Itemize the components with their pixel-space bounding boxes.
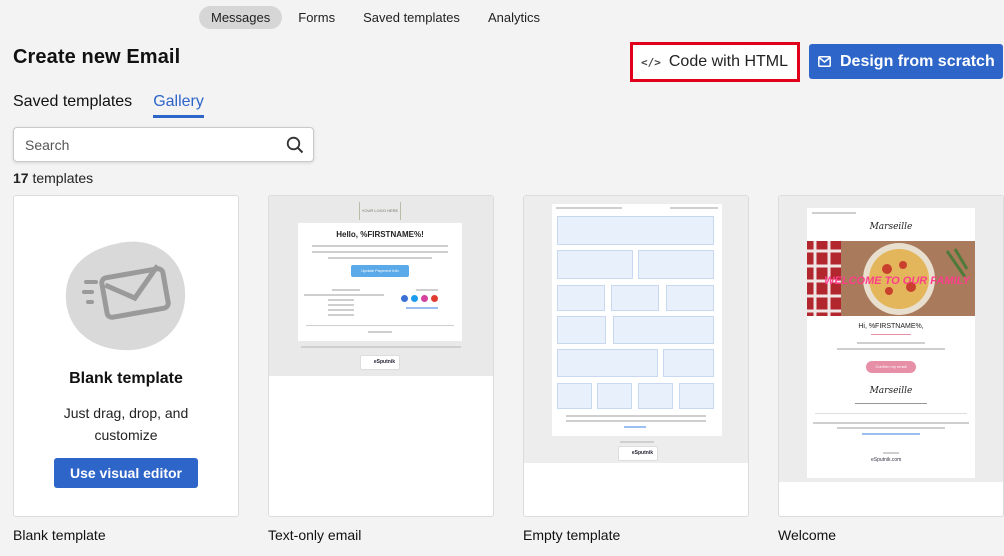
welcome-template-card[interactable]: Marseille WELCOME TO OUR FAMILY Hi, %FIR… bbox=[778, 195, 1004, 517]
preview-hero-text: WELCOME TO OUR FAMILY bbox=[824, 275, 971, 287]
subtab-saved-templates[interactable]: Saved templates bbox=[13, 93, 132, 118]
card-label-text-only: Text-only email bbox=[268, 527, 362, 543]
preview-update-button: Update Payment Info bbox=[351, 265, 409, 277]
blank-template-card[interactable]: Blank template Just drag, drop, and cust… bbox=[13, 195, 239, 517]
preview-confirm-button: Confirm my email bbox=[866, 361, 916, 373]
preview-brand-name: Marseille bbox=[869, 222, 913, 232]
esputnik-logo: eSputnik bbox=[618, 446, 658, 461]
preview-hero-image: WELCOME TO OUR FAMILY bbox=[807, 241, 975, 316]
tab-saved-templates[interactable]: Saved templates bbox=[351, 6, 472, 29]
card-label-welcome: Welcome bbox=[778, 527, 837, 543]
empty-template-preview: eSputnik bbox=[524, 196, 748, 463]
card-label-empty: Empty template bbox=[523, 527, 621, 543]
esputnik-logo: eSputnik bbox=[360, 355, 400, 370]
design-from-scratch-label: Design from scratch bbox=[840, 52, 995, 70]
subtab-gallery[interactable]: Gallery bbox=[153, 93, 204, 118]
envelope-icon bbox=[818, 56, 831, 67]
page-title: Create new Email bbox=[13, 46, 181, 68]
use-visual-editor-button[interactable]: Use visual editor bbox=[53, 458, 199, 488]
template-count: 17 templates bbox=[13, 170, 93, 186]
template-count-label: templates bbox=[28, 170, 94, 186]
blank-template-description: Just drag, drop, and customize bbox=[63, 405, 189, 443]
text-only-preview: YOUR LOGO HERE Hello, %FIRSTNAME%! Updat… bbox=[269, 196, 493, 376]
search-input[interactable] bbox=[14, 128, 274, 161]
preview-greeting: Hi, %FIRSTNAME%, bbox=[858, 323, 924, 330]
code-with-html-button[interactable]: </> Code with HTML bbox=[630, 42, 800, 82]
search-icon[interactable] bbox=[286, 136, 304, 154]
welcome-preview: Marseille WELCOME TO OUR FAMILY Hi, %FIR… bbox=[779, 196, 1003, 482]
tab-messages[interactable]: Messages bbox=[199, 6, 283, 29]
top-navigation: Messages Forms Saved templates Analytics bbox=[199, 6, 552, 29]
code-with-html-label: Code with HTML bbox=[668, 53, 789, 70]
preview-footer-brand-name: Marseille bbox=[869, 386, 913, 396]
template-source-tabs: Saved templates Gallery bbox=[13, 93, 204, 118]
empty-template-card[interactable]: eSputnik bbox=[523, 195, 749, 517]
text-only-template-card[interactable]: YOUR LOGO HERE Hello, %FIRSTNAME%! Updat… bbox=[268, 195, 494, 517]
card-label-blank: Blank template bbox=[13, 527, 106, 543]
tab-forms[interactable]: Forms bbox=[286, 6, 347, 29]
esputnik-logo: eSputnik.com bbox=[871, 457, 902, 463]
blank-email-illustration bbox=[65, 241, 186, 351]
code-icon: </> bbox=[641, 55, 661, 69]
logo-placeholder: YOUR LOGO HERE bbox=[359, 202, 401, 220]
tab-analytics[interactable]: Analytics bbox=[476, 6, 552, 29]
search-box bbox=[13, 127, 314, 162]
preview-greeting: Hello, %FIRSTNAME%! bbox=[336, 230, 424, 239]
template-count-number: 17 bbox=[13, 170, 29, 186]
blank-template-title: Blank template bbox=[69, 370, 183, 387]
design-from-scratch-button[interactable]: Design from scratch bbox=[809, 44, 1003, 79]
